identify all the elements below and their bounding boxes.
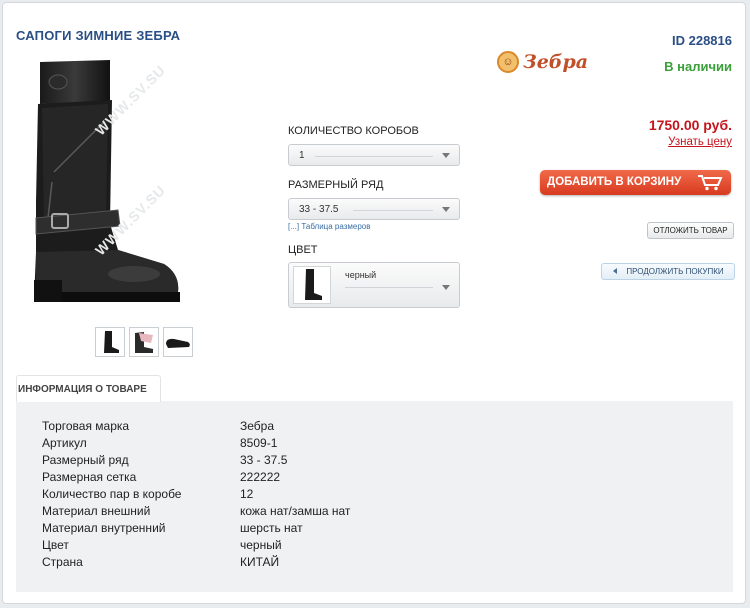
- size-table-link[interactable]: [...] Таблица размеров: [288, 222, 371, 231]
- thumbnail-sole[interactable]: [163, 327, 193, 357]
- add-to-cart-button[interactable]: ДОБАВИТЬ В КОРЗИНУ: [540, 170, 731, 195]
- chevron-down-icon: [442, 285, 450, 290]
- size-select[interactable]: 33 - 37.5: [288, 198, 460, 220]
- continue-shopping-label: ПРОДОЛЖИТЬ ПОКУПКИ: [626, 267, 724, 276]
- brand-logo[interactable]: ☺ Зебра: [497, 51, 588, 73]
- chevron-left-icon: [613, 268, 617, 274]
- tab-product-info[interactable]: ИНФОРМАЦИЯ О ТОВАРЕ: [16, 375, 161, 402]
- stock-status: В наличии: [664, 59, 732, 74]
- thumbnail-side[interactable]: [95, 327, 125, 357]
- zebra-mascot-icon: ☺: [497, 51, 519, 73]
- color-swatch-image: [293, 266, 331, 304]
- color-select[interactable]: черный: [288, 262, 460, 308]
- color-label: ЦВЕТ: [288, 244, 318, 256]
- size-label: РАЗМЕРНЫЙ РЯД: [288, 179, 384, 191]
- brand-logo-text: Зебра: [523, 51, 589, 73]
- defer-button[interactable]: ОТЛОЖИТЬ ТОВАР: [647, 222, 734, 239]
- boxes-label: КОЛИЧЕСТВО КОРОБОВ: [288, 125, 419, 137]
- color-value: черный: [345, 270, 377, 280]
- price: 1750.00 руб.: [648, 117, 732, 133]
- thumbnail-inside[interactable]: [129, 327, 159, 357]
- product-id: ID 228816: [672, 33, 732, 48]
- add-to-cart-label: ДОБАВИТЬ В КОРЗИНУ: [547, 176, 682, 188]
- thumbnail-strip: [95, 327, 193, 357]
- continue-shopping-button[interactable]: ПРОДОЛЖИТЬ ПОКУПКИ: [601, 263, 735, 280]
- product-main-image[interactable]: WWW.SV.SU WWW.SV.SU: [14, 52, 184, 314]
- size-value: 33 - 37.5: [299, 204, 339, 215]
- boxes-value: 1: [299, 150, 305, 161]
- chevron-down-icon: [442, 207, 450, 212]
- product-title: САПОГИ ЗИМНИЕ ЗЕБРА: [16, 28, 181, 43]
- boxes-select[interactable]: 1: [288, 144, 460, 166]
- cart-icon: [698, 175, 723, 191]
- ask-price-link[interactable]: Узнать цену: [668, 136, 732, 148]
- chevron-down-icon: [442, 153, 450, 158]
